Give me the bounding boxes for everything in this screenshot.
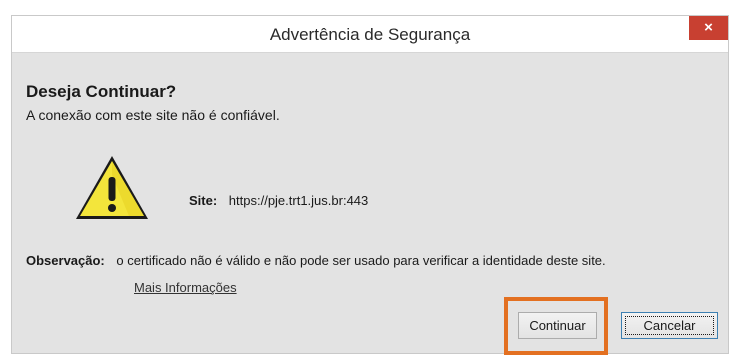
page: Advertência de Segurança × Deseja Contin… xyxy=(0,0,731,356)
warning-icon xyxy=(76,156,148,219)
more-info-link[interactable]: Mais Informações xyxy=(134,280,237,295)
window-title: Advertência de Segurança xyxy=(269,25,471,44)
continue-button[interactable]: Continuar xyxy=(518,312,597,339)
dialog-subheading: A conexão com este site não é confiável. xyxy=(26,107,280,123)
cancel-button[interactable]: Cancelar xyxy=(621,312,718,339)
close-icon: × xyxy=(704,19,713,36)
dialog-heading: Deseja Continuar? xyxy=(26,82,177,101)
observation-label: Observação: xyxy=(26,253,105,268)
dialog-content: Deseja Continuar? A conexão com este sit… xyxy=(12,53,728,355)
observation-text: o certificado não é válido e não pode se… xyxy=(116,253,606,268)
site-value: https://pje.trt1.jus.br:443 xyxy=(228,193,369,208)
close-button[interactable]: × xyxy=(689,16,728,40)
site-row: Site: https://pje.trt1.jus.br:443 xyxy=(189,193,368,208)
observation-row: Observação: o certificado não é válido e… xyxy=(26,253,606,268)
cancel-button-label: Cancelar xyxy=(643,318,696,333)
site-label: Site: xyxy=(189,193,218,208)
title-bar: Advertência de Segurança × xyxy=(12,16,728,53)
security-warning-dialog: Advertência de Segurança × Deseja Contin… xyxy=(11,15,729,355)
